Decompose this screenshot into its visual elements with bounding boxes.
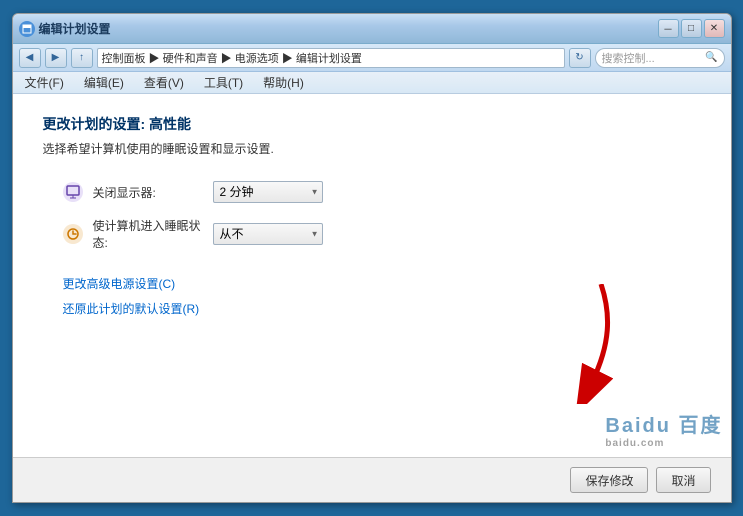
content-area: 更改计划的设置: 高性能 选择希望计算机使用的睡眠设置和显示设置. 关闭显示器:… xyxy=(13,94,731,457)
menu-help[interactable]: 帮助(H) xyxy=(259,72,308,93)
monitor-label: 关闭显示器: xyxy=(93,184,203,201)
minimize-button[interactable]: － xyxy=(658,19,679,38)
menu-edit[interactable]: 编辑(E) xyxy=(80,72,128,93)
monitor-select-wrapper: 1 分钟 2 分钟 5 分钟 10 分钟 从不 xyxy=(213,181,323,203)
menu-view[interactable]: 查看(V) xyxy=(140,72,188,93)
sleep-label: 使计算机进入睡眠状态: xyxy=(93,217,203,251)
main-window: 编辑计划设置 － □ ✕ ◀ ▶ ↑ 控制面板 ▶ 硬件和声音 ▶ 电源选项 ▶… xyxy=(12,13,732,503)
menu-file[interactable]: 文件(F) xyxy=(21,72,68,93)
cancel-button[interactable]: 取消 xyxy=(656,467,710,493)
sleep-select[interactable]: 1 分钟 5 分钟 10 分钟 从不 xyxy=(213,223,323,245)
refresh-icon: ↻ xyxy=(575,52,583,63)
search-icon: 🔍 xyxy=(705,52,717,63)
forward-icon: ▶ xyxy=(52,52,60,63)
watermark: Baidu 百度 baidu.com xyxy=(605,409,722,449)
maximize-button[interactable]: □ xyxy=(681,19,702,38)
watermark-baidu: Baidu 百度 xyxy=(605,409,722,438)
bottom-bar: 保存修改 取消 xyxy=(13,457,731,502)
watermark-url: baidu.com xyxy=(605,438,722,449)
back-button[interactable]: ◀ xyxy=(19,48,41,68)
window-title: 编辑计划设置 xyxy=(39,20,111,37)
search-box[interactable]: 搜索控制... 🔍 xyxy=(595,48,725,68)
sleep-icon xyxy=(63,224,83,244)
title-bar: 编辑计划设置 － □ ✕ xyxy=(13,14,731,44)
save-button[interactable]: 保存修改 xyxy=(570,467,648,493)
breadcrumb-text: 控制面板 ▶ 硬件和声音 ▶ 电源选项 ▶ 编辑计划设置 xyxy=(102,50,362,66)
monitor-select[interactable]: 1 分钟 2 分钟 5 分钟 10 分钟 从不 xyxy=(213,181,323,203)
monitor-icon xyxy=(63,182,83,202)
sleep-select-wrapper: 1 分钟 5 分钟 10 分钟 从不 xyxy=(213,223,323,245)
forward-button[interactable]: ▶ xyxy=(45,48,67,68)
title-bar-left: 编辑计划设置 xyxy=(19,20,111,37)
menu-bar: 文件(F) 编辑(E) 查看(V) 工具(T) 帮助(H) xyxy=(13,72,731,94)
title-controls: － □ ✕ xyxy=(658,19,725,38)
page-subtitle: 选择希望计算机使用的睡眠设置和显示设置. xyxy=(43,140,701,157)
page-title: 更改计划的设置: 高性能 xyxy=(43,114,701,134)
up-icon: ↑ xyxy=(79,52,84,63)
red-arrow-annotation xyxy=(551,284,631,407)
back-icon: ◀ xyxy=(26,52,34,63)
up-button[interactable]: ↑ xyxy=(71,48,93,68)
monitor-setting-row: 关闭显示器: 1 分钟 2 分钟 5 分钟 10 分钟 从不 xyxy=(63,181,701,203)
search-placeholder: 搜索控制... xyxy=(602,50,655,66)
window-icon xyxy=(19,21,35,37)
menu-tools[interactable]: 工具(T) xyxy=(200,72,247,93)
refresh-button[interactable]: ↻ xyxy=(569,48,591,68)
settings-grid: 关闭显示器: 1 分钟 2 分钟 5 分钟 10 分钟 从不 xyxy=(63,181,701,251)
sleep-setting-row: 使计算机进入睡眠状态: 1 分钟 5 分钟 10 分钟 从不 xyxy=(63,217,701,251)
address-bar: ◀ ▶ ↑ 控制面板 ▶ 硬件和声音 ▶ 电源选项 ▶ 编辑计划设置 ↻ 搜索控… xyxy=(13,44,731,72)
close-button[interactable]: ✕ xyxy=(704,19,725,38)
breadcrumb: 控制面板 ▶ 硬件和声音 ▶ 电源选项 ▶ 编辑计划设置 xyxy=(97,48,565,68)
